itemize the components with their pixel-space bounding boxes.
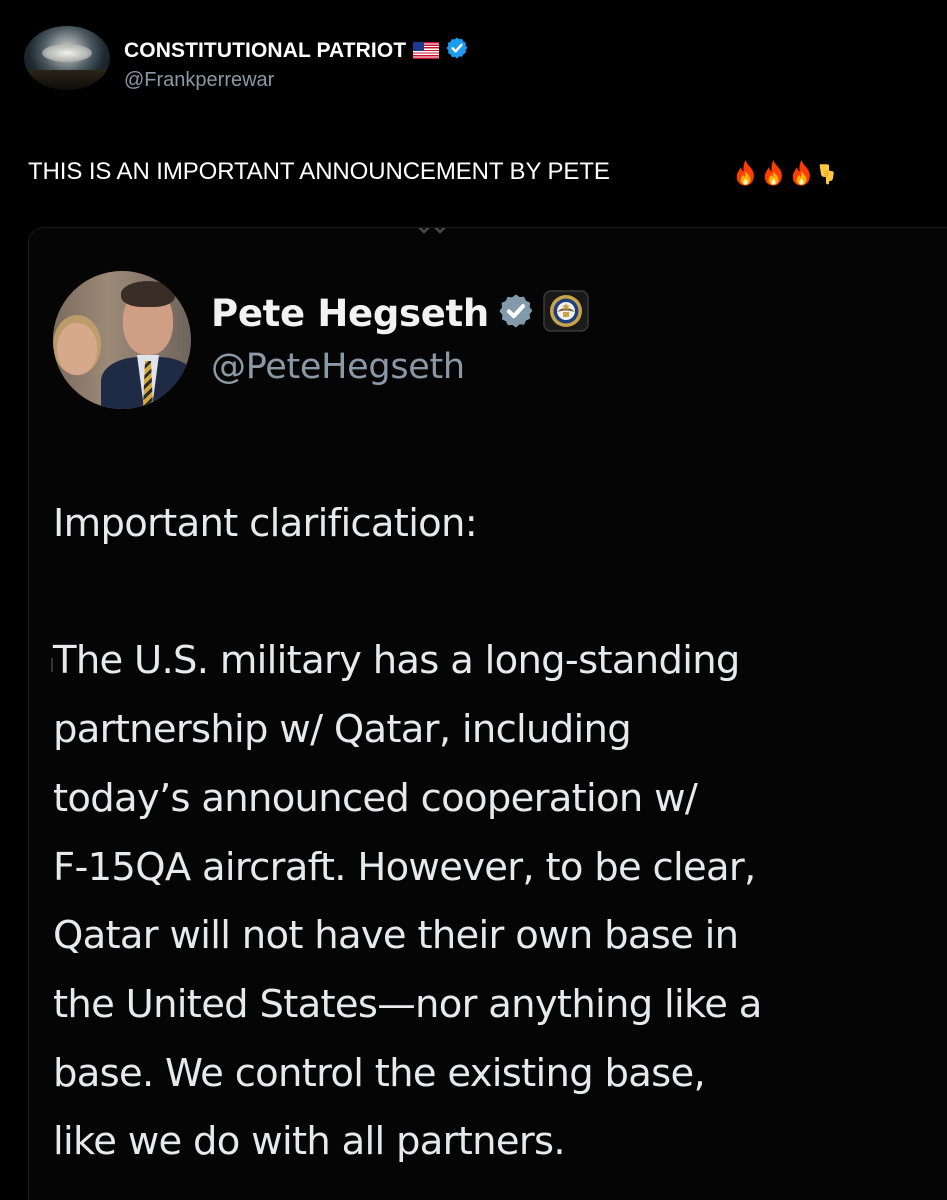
avatar-cloud-shape xyxy=(42,44,92,62)
body-line: Qatar will not have their own base in xyxy=(53,913,739,959)
body-line: the United States—nor anything like a xyxy=(53,981,762,1027)
body-line: today’s announced cooperation w/ xyxy=(53,775,698,821)
fire-icon xyxy=(736,160,754,186)
body-line: partnership w/ Qatar, including xyxy=(53,707,632,753)
outer-post-text: THIS IS AN IMPORTANT ANNOUNCEMENT BY PET… xyxy=(28,158,610,185)
embedded-author-avatar[interactable] xyxy=(53,271,191,409)
outer-author-handle[interactable]: @Frankperrewar xyxy=(124,69,274,92)
avatar-ground-shape xyxy=(24,70,110,90)
embedded-author-handle[interactable]: @PeteHegseth xyxy=(211,347,465,387)
us-flag-icon xyxy=(413,42,440,59)
embedded-post-card[interactable]: Pete Hegseth @PeteHegseth Important clar… xyxy=(28,227,947,1200)
department-of-defense-seal-icon[interactable] xyxy=(543,290,589,337)
embedded-author-name-row: Pete Hegseth xyxy=(211,290,589,337)
body-line: The U.S. military has a long-standing xyxy=(53,638,740,684)
verified-badge-icon[interactable] xyxy=(497,292,535,335)
body-line: like we do with all partners. xyxy=(53,1119,566,1165)
outer-author-name[interactable]: CONSTITUTIONAL PATRIOT xyxy=(124,39,406,63)
embedded-post-heading: Important clarification: xyxy=(53,501,478,546)
fire-icon xyxy=(792,160,810,186)
outer-post-emojis xyxy=(733,159,837,187)
fire-icon xyxy=(764,160,782,186)
body-line: base. We control the existing base, xyxy=(53,1050,706,1096)
chevron-down-icon xyxy=(418,228,446,234)
outer-author-name-row: CONSTITUTIONAL PATRIOT xyxy=(124,36,469,65)
embedded-post-body: Important clarification: The U.S. milita… xyxy=(53,490,943,1177)
embedded-author-name[interactable]: Pete Hegseth xyxy=(211,292,489,335)
verified-badge-icon[interactable] xyxy=(445,36,469,65)
outer-author-avatar[interactable] xyxy=(24,26,110,90)
body-line: F-15QA aircraft. However, to be clear, xyxy=(53,844,756,890)
pointing-down-icon xyxy=(819,164,834,185)
